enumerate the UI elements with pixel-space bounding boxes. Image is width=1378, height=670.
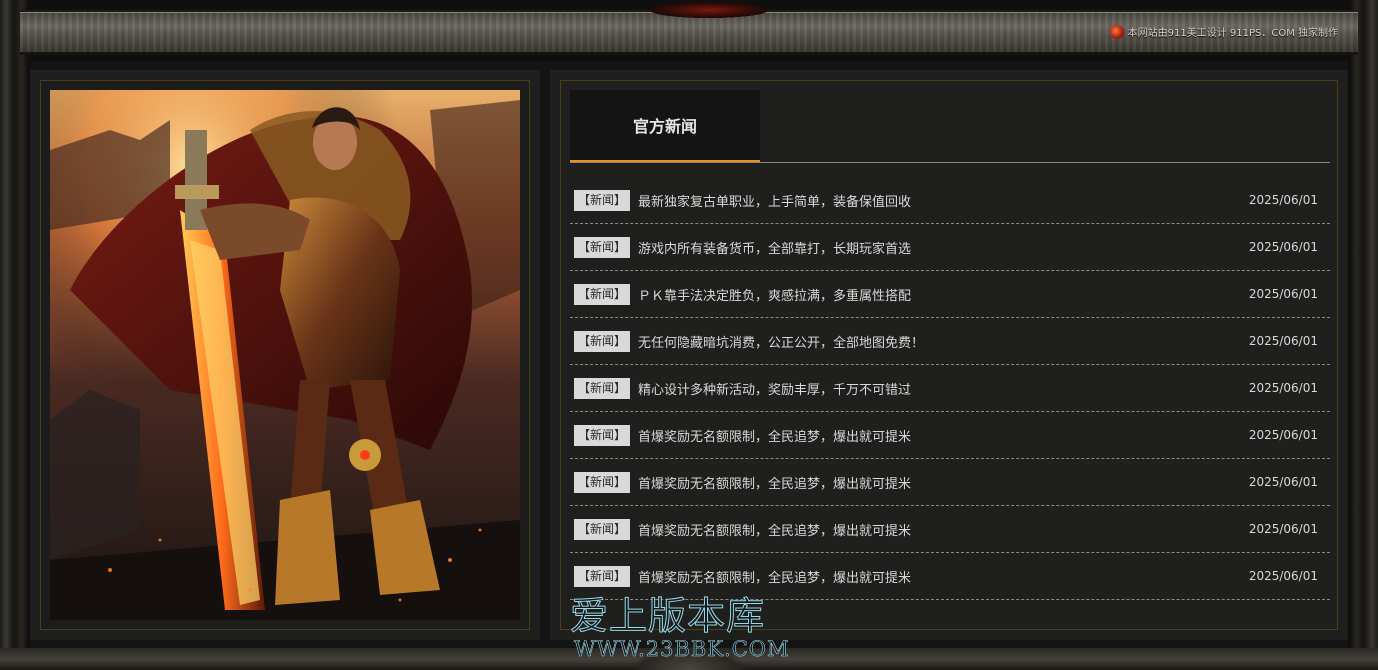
site-credit-text: 本网站由911美工设计 911PS．COM 独家制作 bbox=[1127, 28, 1338, 39]
news-tag: 【新闻】 bbox=[574, 330, 630, 352]
news-title-link[interactable]: 首爆奖励无名额限制，全民追梦，爆出就可提米 bbox=[638, 426, 911, 445]
news-date: 2025/06/01 bbox=[1248, 287, 1318, 301]
news-frame: 官方新闻 【新闻】 最新独家复古单职业，上手简单，装备保值回收 2025/06/… bbox=[560, 80, 1338, 630]
news-title-link[interactable]: 无任何隐藏暗坑消费，公正公开，全部地图免费！ bbox=[638, 332, 924, 351]
watermark-brand: 爱上版本库 bbox=[569, 594, 766, 639]
news-date: 2025/06/01 bbox=[1248, 569, 1318, 583]
news-list: 【新闻】 最新独家复古单职业，上手简单，装备保值回收 2025/06/01 【新… bbox=[570, 177, 1330, 600]
site-credit[interactable]: 本网站由911美工设计 911PS．COM 独家制作 bbox=[1109, 24, 1338, 39]
news-date: 2025/06/01 bbox=[1248, 522, 1318, 536]
news-tag: 【新闻】 bbox=[574, 424, 630, 446]
news-title-link[interactable]: 精心设计多种新活动，奖励丰厚，千万不可错过 bbox=[638, 379, 911, 398]
news-item[interactable]: 【新闻】 ＰＫ靠手法决定胜负，爽感拉满，多重属性搭配 2025/06/01 bbox=[570, 271, 1330, 318]
hero-frame bbox=[40, 80, 530, 630]
news-tag: 【新闻】 bbox=[574, 236, 630, 258]
news-item[interactable]: 【新闻】 游戏内所有装备货币，全部靠打，长期玩家首选 2025/06/01 bbox=[570, 224, 1330, 271]
news-tag: 【新闻】 bbox=[574, 377, 630, 399]
main-content: 官方新闻 【新闻】 最新独家复古单职业，上手简单，装备保值回收 2025/06/… bbox=[30, 61, 1348, 649]
news-date: 2025/06/01 bbox=[1248, 428, 1318, 442]
hero-panel bbox=[30, 70, 540, 640]
hero-image[interactable] bbox=[50, 90, 520, 620]
news-item[interactable]: 【新闻】 精心设计多种新活动，奖励丰厚，千万不可错过 2025/06/01 bbox=[570, 365, 1330, 412]
news-title-link[interactable]: 最新独家复古单职业，上手简单，装备保值回收 bbox=[638, 191, 911, 210]
news-item[interactable]: 【新闻】 首爆奖励无名额限制，全民追梦，爆出就可提米 2025/06/01 bbox=[570, 506, 1330, 553]
news-tag: 【新闻】 bbox=[574, 283, 630, 305]
news-date: 2025/06/01 bbox=[1248, 381, 1318, 395]
news-date: 2025/06/01 bbox=[1248, 475, 1318, 489]
frame-right-border bbox=[1350, 0, 1378, 670]
news-title-link[interactable]: 游戏内所有装备货币，全部靠打，长期玩家首选 bbox=[638, 238, 911, 257]
news-tag: 【新闻】 bbox=[574, 471, 630, 493]
news-title-link[interactable]: 首爆奖励无名额限制，全民追梦，爆出就可提米 bbox=[638, 567, 911, 586]
tab-official-news[interactable]: 官方新闻 bbox=[570, 90, 760, 162]
top-bar: 本网站由911美工设计 911PS．COM 独家制作 bbox=[20, 2, 1358, 55]
news-tab-strip: 官方新闻 bbox=[570, 90, 1330, 163]
news-item[interactable]: 【新闻】 最新独家复古单职业，上手简单，装备保值回收 2025/06/01 bbox=[570, 177, 1330, 224]
news-item[interactable]: 【新闻】 无任何隐藏暗坑消费，公正公开，全部地图免费！ 2025/06/01 bbox=[570, 318, 1330, 365]
watermark: 爱上版本库 WWW.23BBK.COM bbox=[569, 585, 810, 665]
news-title-link[interactable]: ＰＫ靠手法决定胜负，爽感拉满，多重属性搭配 bbox=[638, 285, 911, 304]
news-tag: 【新闻】 bbox=[574, 565, 630, 587]
news-tag: 【新闻】 bbox=[574, 518, 630, 540]
news-date: 2025/06/01 bbox=[1248, 240, 1318, 254]
news-item[interactable]: 【新闻】 首爆奖励无名额限制，全民追梦，爆出就可提米 2025/06/01 bbox=[570, 412, 1330, 459]
news-title-link[interactable]: 首爆奖励无名额限制，全民追梦，爆出就可提米 bbox=[638, 473, 911, 492]
news-title-link[interactable]: 首爆奖励无名额限制，全民追梦，爆出就可提米 bbox=[638, 520, 911, 539]
warrior-illustration bbox=[50, 90, 520, 620]
news-tag: 【新闻】 bbox=[574, 189, 630, 211]
news-date: 2025/06/01 bbox=[1248, 193, 1318, 207]
news-date: 2025/06/01 bbox=[1248, 334, 1318, 348]
credit-logo-icon bbox=[1109, 24, 1124, 39]
watermark-url: WWW.23BBK.COM bbox=[574, 637, 790, 662]
top-ornament bbox=[650, 2, 768, 18]
news-panel: 官方新闻 【新闻】 最新独家复古单职业，上手简单，装备保值回收 2025/06/… bbox=[550, 70, 1348, 640]
news-item[interactable]: 【新闻】 首爆奖励无名额限制，全民追梦，爆出就可提米 2025/06/01 bbox=[570, 459, 1330, 506]
page-frame: 本网站由911美工设计 911PS．COM 独家制作 官方新闻 【新闻】 最新独… bbox=[0, 0, 1378, 670]
